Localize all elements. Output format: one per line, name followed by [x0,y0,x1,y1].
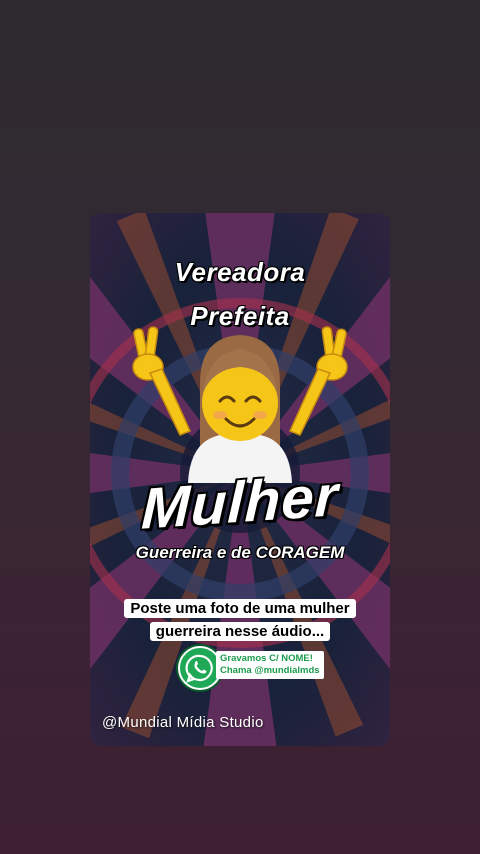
studio-watermark: @Mundial Mídia Studio [102,714,264,731]
whatsapp-line-1: Gravamos C/ NOME! [220,653,313,664]
title-vereadora: Vereadora [174,257,306,287]
whatsapp-line-2: Chama @mundialmds [220,665,320,676]
callout-line-2: guerreira nesse áudio... [149,622,331,641]
subtitle: Guerreira e de CORAGEM [135,543,345,562]
woman-emoji-peace-sign-icon [132,326,348,483]
story-card[interactable]: Vereadora Prefeita Mulher Guerreira e de… [90,213,390,746]
callout-line-1: Poste uma foto de uma mulher [124,599,356,618]
whatsapp-note: Gravamos C/ NOME! Chama @mundialmds [216,651,324,679]
callout-text: Poste uma foto de uma mulher guerreira n… [114,597,366,643]
